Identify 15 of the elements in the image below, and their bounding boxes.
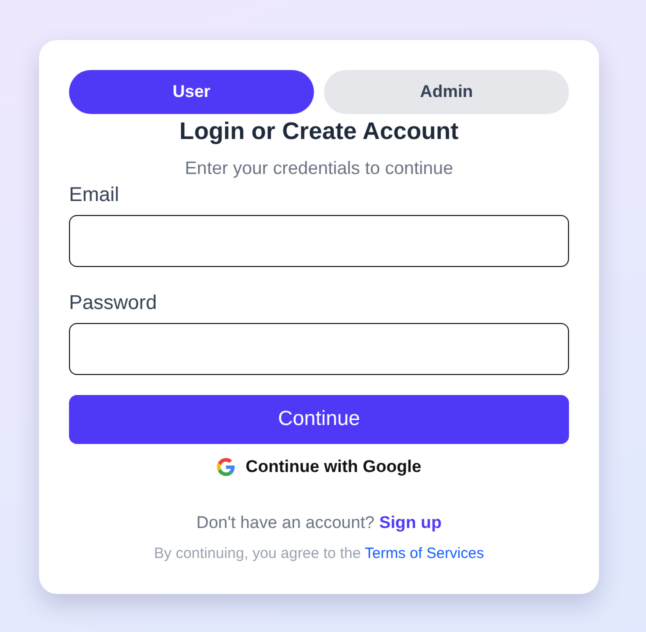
signup-prompt: Don't have an account? Sign up (195, 513, 443, 533)
terms-notice: By continuing, you agree to the Terms of Services (153, 545, 485, 563)
input-field[interactable] (69, 215, 569, 267)
signup-link[interactable]: Sign up (379, 513, 442, 532)
form-title: Login or Create Account (178, 118, 460, 146)
field-label: Email (69, 184, 120, 206)
continue-button[interactable]: Continue (69, 395, 569, 444)
role-tab[interactable]: User (69, 70, 314, 114)
field-label: Password (69, 292, 158, 314)
terms-link[interactable]: Terms of Services (364, 545, 484, 562)
input-field[interactable] (69, 323, 569, 375)
google-g-icon (216, 458, 235, 476)
role-tab[interactable]: Admin (324, 70, 569, 114)
google-button[interactable]: Continue with Google (216, 457, 422, 477)
form-subtitle: Enter your credentials to continue (184, 158, 454, 178)
